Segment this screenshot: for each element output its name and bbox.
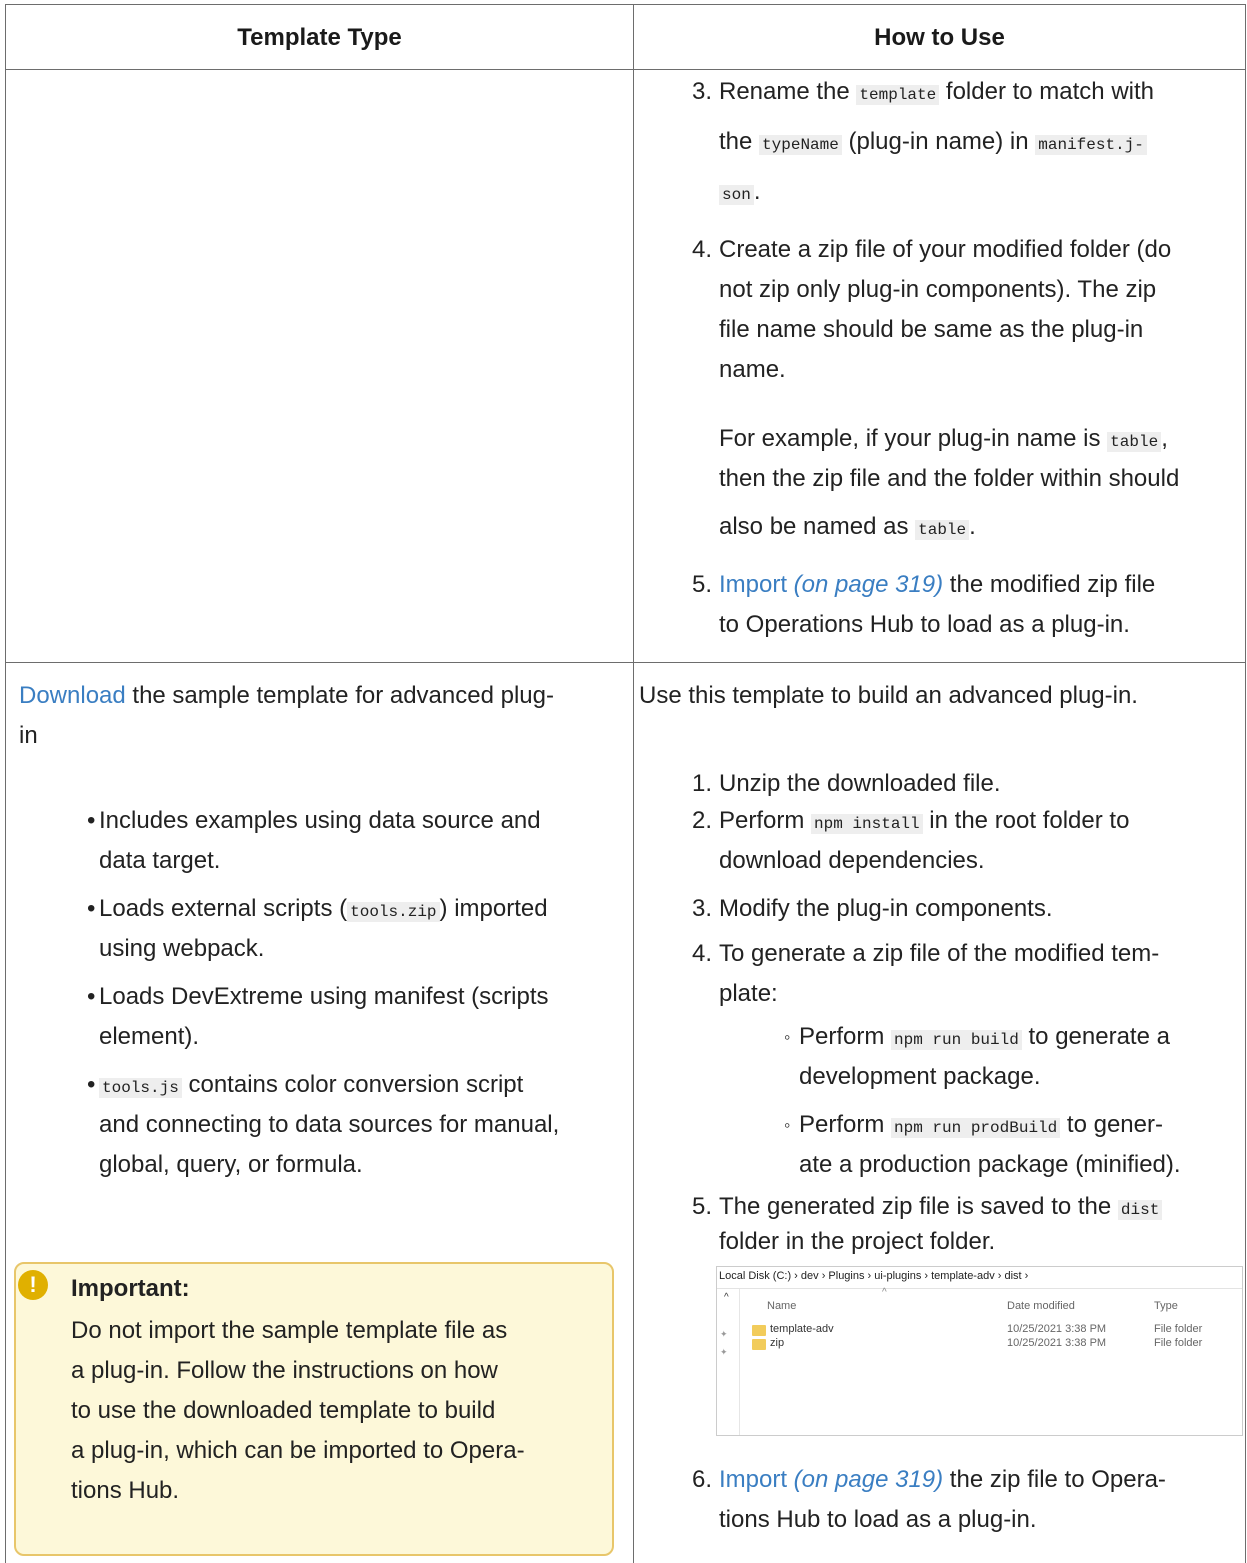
r-step5-line2: folder in the project folder. [719, 1228, 996, 1255]
step3-line1: Rename the template folder to match with [719, 78, 1154, 105]
r-step2-line1: Perform npm install in the root folder t… [719, 807, 1130, 834]
important-line1: Do not import the sample template file a… [71, 1317, 508, 1344]
sub2-line2: ate a production package (minified). [799, 1151, 1181, 1178]
nav-pane-divider [739, 1289, 740, 1435]
r-step5-line1: The generated zip file is saved to the d… [719, 1192, 1163, 1225]
pin-icon: ✦ [720, 1329, 728, 1339]
row-date: 10/25/2021 3:38 PM [1007, 1323, 1107, 1335]
r-step6-num: 6. [691, 1466, 712, 1493]
explorer-path: Local Disk (C:) › dev › Plugins › ui-plu… [719, 1270, 1029, 1282]
r-step6-line1: Import (on page 319) the zip file to Ope… [719, 1466, 1166, 1493]
header-how-to-use: How to Use [874, 24, 1005, 51]
step3-line3: son. [719, 177, 760, 210]
r-step3-text: Modify the plug-in components. [719, 895, 1053, 922]
important-callout: ! Important: Do not import the sample te… [14, 1262, 614, 1556]
important-line3: to use the downloaded template to build [71, 1397, 496, 1424]
bullet-3-line2: element). [99, 1023, 200, 1050]
collapse-icon: ^ [724, 1292, 729, 1303]
r-step1-num: 1. [691, 770, 712, 797]
step4-line4: name. [719, 356, 786, 383]
download-link[interactable]: Download [19, 682, 126, 709]
column-divider [633, 5, 634, 1563]
bullet-1: • [87, 807, 96, 834]
example-line1: For example, if your plug-in name is tab… [719, 425, 1168, 452]
col-type: Type [1154, 1300, 1178, 1312]
pin-icon: ✦ [720, 1347, 728, 1357]
step4-line2: not zip only plug-in components). The zi… [719, 276, 1157, 303]
col-date: Date modified [1007, 1300, 1075, 1312]
step5-line2: to Operations Hub to load as a plug-in. [719, 611, 1130, 638]
bullet-2-line2: using webpack. [99, 935, 265, 962]
step3-num: 3. [691, 78, 712, 105]
bullet-4-line1: tools.js contains color conversion scrip… [99, 1070, 523, 1103]
r-step5-num: 5. [691, 1193, 712, 1220]
bullet-4: • [87, 1071, 96, 1098]
r-step4-line2: plate: [719, 980, 778, 1007]
col-name: Name [767, 1300, 797, 1312]
row-date: 10/25/2021 3:38 PM [1007, 1337, 1107, 1349]
important-title: Important: [71, 1275, 190, 1302]
important-line2: a plug-in. Follow the instructions on ho… [71, 1357, 498, 1384]
r-step2-num: 2. [691, 807, 712, 834]
bullet-2: • [87, 895, 96, 922]
import-link[interactable]: Import [719, 1466, 787, 1493]
sub-bullet-1: ◦ [784, 1027, 791, 1047]
table-header: Template Type How to Use [6, 5, 1245, 70]
row-type: File folder [1154, 1337, 1203, 1349]
download-intro-2: in [19, 722, 38, 749]
bullet-1-line2: data target. [99, 847, 221, 874]
step4-line1: Create a zip file of your modified folde… [719, 236, 1172, 263]
sub1-line1: Perform npm run build to generate a [799, 1023, 1170, 1050]
example-line3: also be named as table. [719, 513, 976, 540]
bullet-2-line1: Loads external scripts (tools.zip) impor… [99, 895, 548, 922]
header-template-type: Template Type [237, 24, 402, 51]
file-explorer-screenshot: Local Disk (C:) › dev › Plugins › ui-plu… [716, 1266, 1243, 1436]
important-line5: tions Hub. [71, 1477, 180, 1504]
row-name: template-adv [770, 1323, 834, 1335]
r-step3-num: 3. [691, 895, 712, 922]
import-link[interactable]: Import [719, 571, 787, 598]
step5-num: 5. [691, 571, 712, 598]
sub2-line1: Perform npm run prodBuild to gener- [799, 1111, 1163, 1138]
row-name: zip [770, 1337, 785, 1349]
bullet-4-line3: global, query, or formula. [99, 1151, 363, 1178]
folder-icon [752, 1325, 766, 1336]
bullet-3: • [87, 983, 96, 1010]
bullet-1-line1: Includes examples using data source and [99, 807, 541, 834]
r-step6-line2: tions Hub to load as a plug-in. [719, 1506, 1037, 1533]
step4-line3: file name should be same as the plug-in [719, 316, 1144, 343]
important-line4: a plug-in, which can be imported to Oper… [71, 1437, 525, 1464]
bullet-3-line1: Loads DevExtreme using manifest (scripts [99, 983, 549, 1010]
bullet-4-line2: and connecting to data sources for manua… [99, 1111, 560, 1138]
page-ref-link[interactable]: (on page 319) [787, 571, 943, 598]
exclamation-icon: ! [18, 1270, 48, 1300]
row-divider [6, 662, 1245, 663]
step4-num: 4. [691, 236, 712, 263]
r-step4-num: 4. [691, 940, 712, 967]
folder-icon [752, 1339, 766, 1350]
sub-bullet-2: ◦ [784, 1115, 791, 1135]
download-intro: Download the sample template for advance… [19, 682, 554, 709]
example-line2: then the zip file and the folder within … [719, 465, 1180, 492]
sort-icon: ^ [882, 1287, 887, 1298]
step5-line1: Import (on page 319) the modified zip fi… [719, 571, 1156, 598]
row-type: File folder [1154, 1323, 1203, 1335]
right-intro: Use this template to build an advanced p… [639, 682, 1138, 709]
r-step1-text: Unzip the downloaded file. [719, 770, 1001, 797]
step3-line2: the typeName (plug-in name) in manifest.… [719, 127, 1147, 160]
page-ref-link[interactable]: (on page 319) [787, 1466, 943, 1493]
r-step2-line2: download dependencies. [719, 847, 985, 874]
r-step4-line1: To generate a zip file of the modified t… [719, 940, 1160, 967]
sub1-line2: development package. [799, 1063, 1041, 1090]
explorer-separator [717, 1288, 1242, 1289]
